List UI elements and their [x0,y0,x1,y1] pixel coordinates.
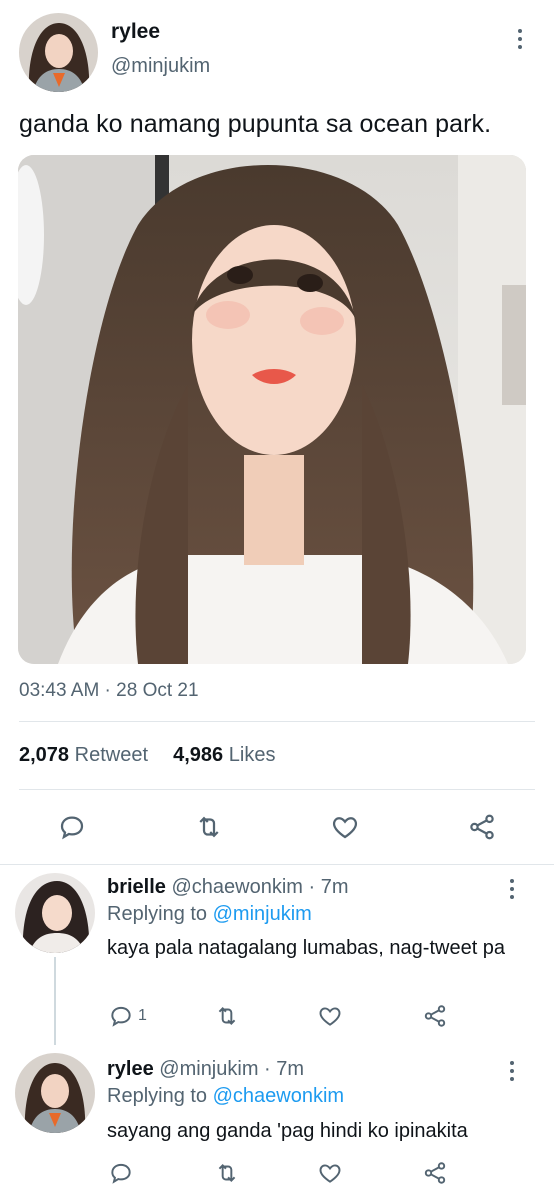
share-icon [470,814,494,840]
retweet-button[interactable] [193,812,225,842]
reply-icon [111,1006,131,1027]
retweet-icon [218,1007,236,1025]
reply-text: kaya pala natagalang lumabas, nag-tweet … [107,937,506,959]
reply-time[interactable]: · 7m [264,1058,304,1080]
like-button[interactable] [330,812,360,842]
retweet-count[interactable]: 2,078 [19,744,69,766]
like-count[interactable]: 4,986 [173,744,223,766]
retweet-label[interactable]: Retweet [75,744,148,766]
tweet-text: ganda ko namang pupunta sa ocean park. [19,110,492,138]
reply-text: sayang ang ganda 'pag hindi ko ipinakita [107,1120,468,1142]
share-button[interactable] [467,812,497,842]
reply-avatar[interactable] [15,873,95,953]
divider [19,789,535,790]
divider [19,721,535,722]
retweet-icon [199,816,219,838]
more-options-icon[interactable] [516,29,524,49]
reply-count: 1 [138,1007,147,1024]
like-icon [332,817,358,839]
reply-header: rylee @minjukim · 7m [107,1058,304,1081]
retweet-icon [218,1164,236,1182]
reply-button[interactable] [108,1160,134,1186]
more-options-icon[interactable] [508,1061,516,1081]
reply-time[interactable]: · 7m [309,876,349,898]
tweet-stats: 2,078 Retweet 4,986 Likes [19,744,275,767]
replying-to: Replying to @minjukim [107,903,312,926]
main-tweet: rylee @minjukim ganda ko namang pupunta … [0,0,554,865]
like-icon [319,1164,341,1183]
like-button[interactable] [317,1160,343,1186]
reply-button[interactable]: 1 [108,1003,147,1029]
like-button[interactable] [317,1003,343,1029]
reply-icon [111,1163,131,1184]
like-icon [319,1007,341,1026]
like-label[interactable]: Likes [229,744,276,766]
replying-label: Replying to [107,903,208,925]
thread-line [54,957,56,1045]
reply-header: brielle @chaewonkim · 7m [107,876,349,899]
divider [0,864,554,865]
share-icon [424,1005,446,1027]
tweet-photo[interactable] [18,155,526,664]
replying-label: Replying to [107,1085,208,1107]
retweet-button[interactable] [213,1160,241,1186]
share-icon [424,1162,446,1184]
reply-author-handle[interactable]: @minjukim [159,1058,258,1080]
share-button[interactable] [422,1160,448,1186]
tweet-timestamp[interactable]: 03:43 AM · 28 Oct 21 [19,680,199,702]
reply-icon [60,816,84,840]
replying-to-link[interactable]: @chaewonkim [213,1085,344,1107]
reply-author-handle[interactable]: @chaewonkim [171,876,302,898]
reply-author-name[interactable]: brielle [107,876,166,898]
replying-to-link[interactable]: @minjukim [213,903,312,925]
author-name[interactable]: rylee [111,20,160,44]
author-avatar[interactable] [19,13,98,92]
share-button[interactable] [422,1003,448,1029]
reply-avatar[interactable] [15,1053,95,1133]
reply-author-name[interactable]: rylee [107,1058,154,1080]
retweet-button[interactable] [213,1003,241,1029]
author-handle[interactable]: @minjukim [111,55,210,78]
replying-to: Replying to @chaewonkim [107,1085,344,1108]
reply-button[interactable] [57,812,87,842]
more-options-icon[interactable] [508,879,516,899]
